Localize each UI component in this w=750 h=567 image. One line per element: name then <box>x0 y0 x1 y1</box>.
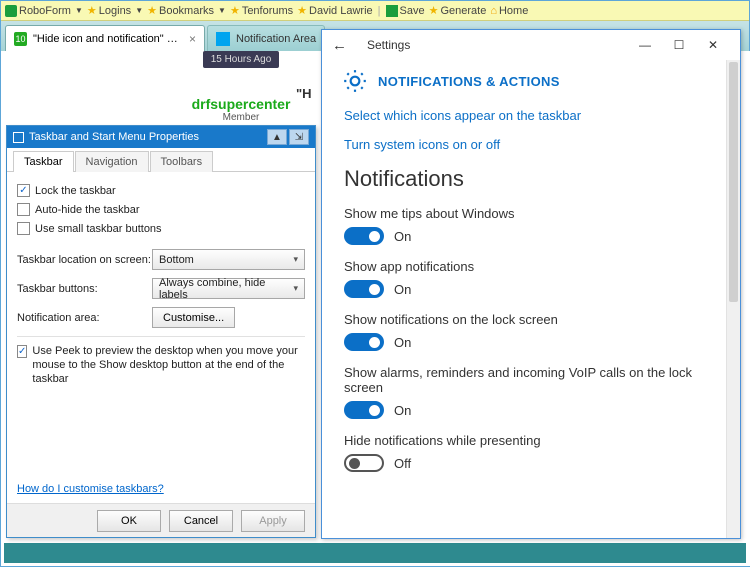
toggle-state: On <box>394 403 411 418</box>
checkbox-label: Use Peek to preview the desktop when you… <box>32 345 305 386</box>
favicon-icon: 10 <box>14 32 27 46</box>
checkbox-peek[interactable]: ✓ <box>17 345 27 358</box>
toolbar-item-home[interactable]: ⌂Home <box>490 5 528 17</box>
post-time-badge: 15 Hours Ago <box>203 51 280 68</box>
scroll-thumb[interactable] <box>729 62 738 302</box>
settings-titlebar[interactable]: ← Settings — ☐ ✕ <box>322 30 740 60</box>
chevron-down-icon: ▾ <box>293 254 298 265</box>
option-label: Show alarms, reminders and incoming VoIP… <box>344 365 704 395</box>
tab-navigation[interactable]: Navigation <box>75 151 149 172</box>
toolbar-item-roboform[interactable]: RoboForm▼ <box>5 5 83 17</box>
label-notification-area: Notification area: <box>17 312 152 324</box>
star-icon: ★ <box>147 4 157 17</box>
rollup-button[interactable]: ▲ <box>267 129 287 145</box>
toggle-presenting[interactable] <box>344 454 384 472</box>
option-label: Hide notifications while presenting <box>344 433 704 448</box>
ok-button[interactable]: OK <box>97 510 161 532</box>
toolbar-item-bookmarks[interactable]: ★Bookmarks▼ <box>147 4 226 17</box>
close-icon[interactable]: × <box>189 32 196 46</box>
star-icon: ★ <box>230 4 240 17</box>
toolbar-item-save[interactable]: Save <box>386 5 425 17</box>
combo-buttons[interactable]: Always combine, hide labels▾ <box>152 278 305 299</box>
tab-toolbars[interactable]: Toolbars <box>150 151 214 172</box>
option-label: Show app notifications <box>344 259 704 274</box>
toggle-app[interactable] <box>344 280 384 298</box>
checkbox-label: Auto-hide the taskbar <box>35 204 140 216</box>
option-label: Show me tips about Windows <box>344 206 704 221</box>
option-app-notifications: Show app notifications On <box>344 259 704 298</box>
chevron-down-icon: ▾ <box>293 283 298 294</box>
home-icon: ⌂ <box>490 5 497 17</box>
forum-user-role: Member <box>141 112 341 123</box>
section-heading: Notifications <box>344 166 704 192</box>
customise-button[interactable]: Customise... <box>152 307 235 328</box>
checkbox-label: Use small taskbar buttons <box>35 223 162 235</box>
toolbar-item-tenforums[interactable]: ★Tenforums <box>230 4 293 17</box>
option-tips: Show me tips about Windows On <box>344 206 704 245</box>
help-link[interactable]: How do I customise taskbars? <box>17 483 164 495</box>
back-button[interactable]: ← <box>332 37 347 54</box>
quote-heading: "H <box>296 86 312 101</box>
forum-footer-bar <box>4 543 746 563</box>
checkbox-icon <box>13 132 24 143</box>
checkbox-small[interactable] <box>17 222 30 235</box>
browser-toolbar: RoboForm▼ ★Logins▼ ★Bookmarks▼ ★Tenforum… <box>1 1 749 21</box>
apply-button: Apply <box>241 510 305 532</box>
taskbar-properties-dialog: Taskbar and Start Menu Properties ▲ ⇲ Ta… <box>6 125 316 538</box>
toolbar-item-logins[interactable]: ★Logins▼ <box>87 4 143 17</box>
option-lockscreen: Show notifications on the lock screen On <box>344 312 704 351</box>
favicon-icon <box>216 32 230 46</box>
label-location: Taskbar location on screen: <box>17 254 152 266</box>
scrollbar[interactable] <box>726 60 740 538</box>
wand-icon: ★ <box>429 4 439 17</box>
option-label: Show notifications on the lock screen <box>344 312 704 327</box>
combo-location[interactable]: Bottom▾ <box>152 249 305 270</box>
close-button[interactable]: ✕ <box>696 31 730 59</box>
floppy-icon <box>386 5 398 17</box>
settings-title: Settings <box>367 38 410 52</box>
dialog-title: Taskbar and Start Menu Properties <box>29 131 199 143</box>
option-presenting: Hide notifications while presenting Off <box>344 433 704 472</box>
option-alarms: Show alarms, reminders and incoming VoIP… <box>344 365 704 419</box>
star-icon: ★ <box>297 4 307 17</box>
toggle-alarms[interactable] <box>344 401 384 419</box>
toolbar-item-generate[interactable]: ★Generate <box>429 4 487 17</box>
maximize-button[interactable]: ☐ <box>662 31 696 59</box>
gear-icon <box>342 68 368 94</box>
settings-category: NOTIFICATIONS & ACTIONS <box>378 74 560 89</box>
toggle-state: On <box>394 335 411 350</box>
link-system-icons[interactable]: Turn system icons on or off <box>344 137 704 152</box>
checkbox-label: Lock the taskbar <box>35 185 116 197</box>
dialog-titlebar[interactable]: Taskbar and Start Menu Properties ▲ ⇲ <box>7 126 315 148</box>
checkbox-lock[interactable]: ✓ <box>17 184 30 197</box>
tab-label: "Hide icon and notification" optio... <box>33 33 183 45</box>
toolbar-item-davidlawrie[interactable]: ★David Lawrie <box>297 4 372 17</box>
toggle-state: On <box>394 282 411 297</box>
checkbox-autohide[interactable] <box>17 203 30 216</box>
toggle-tips[interactable] <box>344 227 384 245</box>
settings-window: ← Settings — ☐ ✕ NOTIFICATIONS & ACTIONS… <box>321 29 741 539</box>
label-buttons: Taskbar buttons: <box>17 283 152 295</box>
browser-tab-inactive[interactable]: Notification Area <box>207 25 325 51</box>
toggle-state: On <box>394 229 411 244</box>
tab-label: Notification Area <box>236 33 316 45</box>
toggle-lock[interactable] <box>344 333 384 351</box>
toggle-state: Off <box>394 456 411 471</box>
star-icon: ★ <box>87 4 97 17</box>
pin-button[interactable]: ⇲ <box>289 129 309 145</box>
settings-body: Select which icons appear on the taskbar… <box>322 108 726 538</box>
minimize-button[interactable]: — <box>628 31 662 59</box>
tab-taskbar[interactable]: Taskbar <box>13 151 74 172</box>
link-select-icons[interactable]: Select which icons appear on the taskbar <box>344 108 704 123</box>
dialog-tabs: Taskbar Navigation Toolbars <box>7 148 315 172</box>
cancel-button[interactable]: Cancel <box>169 510 233 532</box>
dialog-button-bar: OK Cancel Apply <box>7 503 315 537</box>
browser-tab-active[interactable]: 10 "Hide icon and notification" optio...… <box>5 25 205 51</box>
